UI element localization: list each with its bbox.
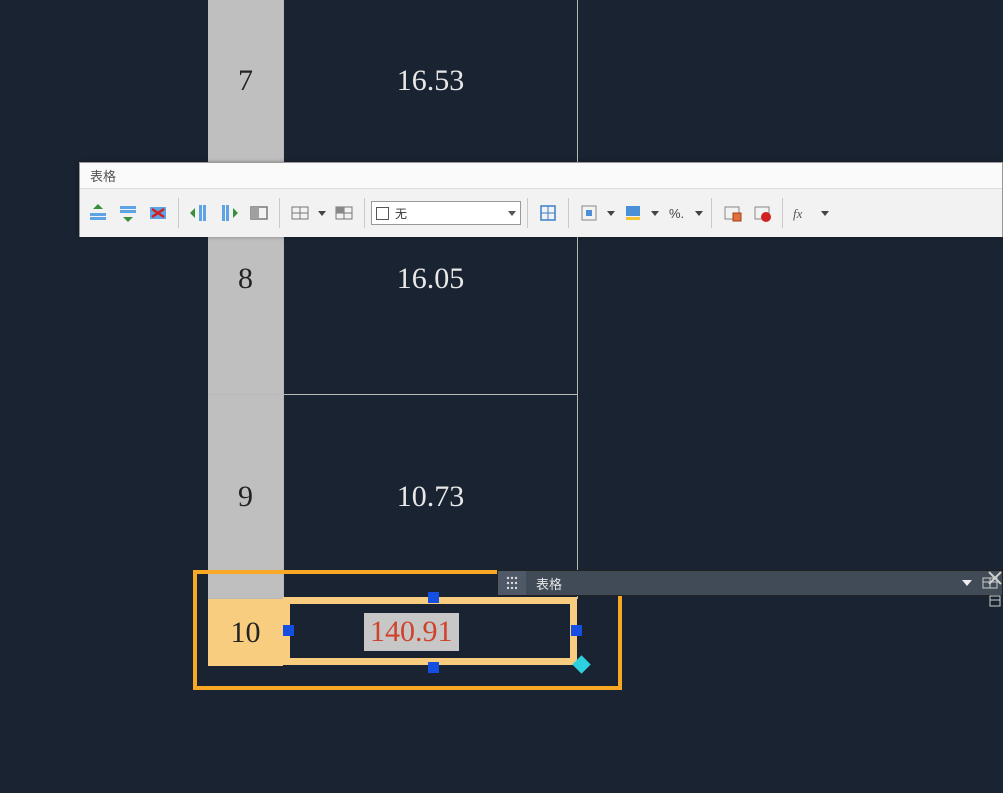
insert-row-above-icon[interactable]	[84, 199, 112, 227]
dropdown-arrow-icon[interactable]	[819, 199, 831, 227]
dropdown-arrow-icon[interactable]	[605, 199, 617, 227]
row-value[interactable]: 10.73	[283, 395, 578, 598]
insert-row-below-icon[interactable]	[114, 199, 142, 227]
dropdown-arrow-icon[interactable]	[316, 199, 328, 227]
quick-properties-label: 表格	[526, 574, 956, 593]
insert-col-right-icon[interactable]	[215, 199, 243, 227]
row-header[interactable]: 10	[208, 599, 283, 666]
unmerge-cells-icon[interactable]	[286, 199, 314, 227]
separator	[782, 198, 783, 228]
delete-row-icon[interactable]	[144, 199, 172, 227]
separator	[364, 198, 365, 228]
pin-icon[interactable]	[986, 590, 1003, 612]
quick-properties-controls	[986, 566, 1003, 612]
merge-cells-icon[interactable]	[245, 199, 273, 227]
lock-cell-icon[interactable]	[718, 199, 746, 227]
borders-icon[interactable]	[534, 199, 562, 227]
insert-col-left-icon[interactable]	[185, 199, 213, 227]
grip-right[interactable]	[571, 625, 582, 636]
separator	[568, 198, 569, 228]
dropdown-arrow-icon[interactable]	[693, 199, 705, 227]
data-link-icon[interactable]	[748, 199, 776, 227]
ribbon-title: 表格	[80, 163, 1002, 189]
fill-combo-label: 无	[395, 205, 407, 222]
quick-properties-bar: 表格	[497, 570, 1003, 596]
fill-combo[interactable]: 无	[371, 201, 521, 225]
align-icon[interactable]	[575, 199, 603, 227]
grip-bottom[interactable]	[428, 662, 439, 673]
table-ribbon: 表格	[79, 162, 1003, 237]
row-header[interactable]: 9	[208, 395, 283, 598]
percent-icon[interactable]: %.	[663, 199, 691, 227]
svg-text:%.: %.	[669, 206, 684, 221]
table-row: 9 10.73	[208, 394, 578, 598]
swatch-icon	[376, 207, 389, 220]
formula-icon[interactable]: fx	[789, 199, 817, 227]
cell-style-icon[interactable]	[330, 199, 358, 227]
table-row: 7 16.53	[208, 0, 578, 162]
chevron-down-icon	[508, 211, 516, 216]
svg-text:fx: fx	[793, 206, 803, 221]
separator	[279, 198, 280, 228]
row-value[interactable]: 16.53	[283, 0, 578, 162]
row-header[interactable]: 7	[208, 0, 283, 162]
drag-handle-icon[interactable]	[498, 571, 526, 595]
grip-top[interactable]	[428, 592, 439, 603]
chevron-down-icon[interactable]	[956, 580, 978, 586]
close-icon[interactable]	[986, 566, 1003, 590]
separator	[178, 198, 179, 228]
grip-left[interactable]	[283, 625, 294, 636]
separator	[527, 198, 528, 228]
dropdown-arrow-icon[interactable]	[649, 199, 661, 227]
selected-cell-value[interactable]: 140.91	[364, 613, 459, 651]
fill-color-icon[interactable]	[619, 199, 647, 227]
separator	[711, 198, 712, 228]
